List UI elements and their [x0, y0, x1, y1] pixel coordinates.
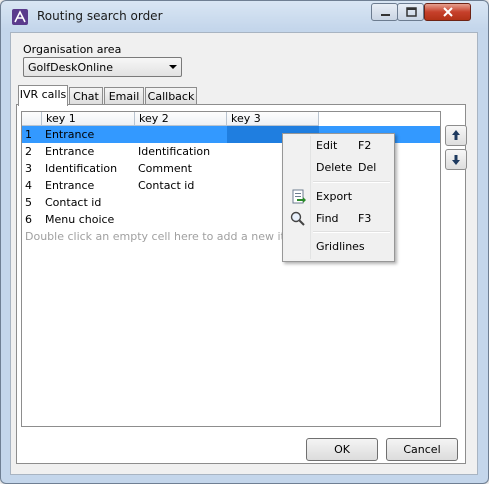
row-number-header [22, 112, 42, 126]
cell-key2[interactable] [135, 194, 227, 211]
cancel-button[interactable]: Cancel [386, 438, 458, 461]
cell-key1[interactable]: Entrance [42, 143, 135, 160]
menu-item-delete[interactable]: Delete Del [285, 158, 392, 178]
column-header-key3[interactable]: key 3 [227, 112, 319, 126]
ok-button[interactable]: OK [306, 438, 378, 461]
cell-key1[interactable]: Menu choice [42, 211, 135, 228]
column-header-key1[interactable]: key 1 [42, 112, 135, 126]
cell-key1[interactable]: Contact id [42, 194, 135, 211]
chevron-down-icon [169, 65, 177, 69]
menu-item-shortcut: Del [358, 161, 377, 174]
menu-separator [313, 181, 390, 183]
row-number: 1 [25, 128, 32, 141]
cell-key2[interactable] [135, 126, 227, 143]
dialog-client-area: Organisation area GolfDeskOnline IVR cal… [10, 32, 478, 475]
menu-item-find[interactable]: Find F3 [285, 209, 392, 229]
magnifier-icon [289, 210, 307, 231]
organisation-area-dropdown[interactable]: GolfDeskOnline [23, 57, 182, 77]
window-title: Routing search order [37, 9, 163, 23]
column-header-key2[interactable]: key 2 [135, 112, 227, 126]
tab-callback[interactable]: Callback [145, 87, 197, 105]
dialog-window: Routing search order Organisation area G… [0, 0, 489, 484]
menu-separator [313, 231, 390, 233]
cell-key2[interactable]: Comment [135, 160, 227, 177]
menu-item-label: Find [316, 212, 339, 225]
row-number: 5 [25, 196, 32, 209]
cell-key2[interactable] [135, 211, 227, 228]
move-up-button[interactable] [445, 125, 467, 146]
grid-header: key 1 key 2 key 3 [22, 112, 440, 126]
row-number: 3 [25, 162, 32, 175]
arrow-up-icon [452, 130, 460, 140]
row-number: 6 [25, 213, 32, 226]
tab-ivr-calls[interactable]: IVR calls [18, 85, 68, 106]
menu-item-label: Gridlines [316, 240, 365, 253]
tab-strip: IVR calls Chat Email Callback [18, 85, 468, 106]
minimize-button[interactable] [371, 3, 398, 21]
organisation-area-label: Organisation area [23, 43, 122, 56]
menu-item-shortcut: F3 [358, 212, 372, 225]
menu-item-label: Edit [316, 139, 338, 152]
cell-key2[interactable]: Contact id [135, 177, 227, 194]
menu-item-label: Export [316, 190, 353, 203]
arrow-down-icon [452, 155, 460, 165]
cell-key1[interactable]: Entrance [42, 177, 135, 194]
close-button[interactable] [424, 3, 471, 21]
context-menu: Edit F2 Delete Del Export Find F3 Gridli… [282, 133, 395, 262]
cell-key1[interactable]: Identification [42, 160, 135, 177]
menu-item-gridlines[interactable]: Gridlines [285, 237, 392, 257]
menu-item-export[interactable]: Export [285, 187, 392, 207]
tab-chat[interactable]: Chat [69, 87, 103, 105]
title-bar[interactable]: Routing search order [1, 1, 488, 31]
row-number: 4 [25, 179, 32, 192]
menu-item-shortcut: F2 [358, 139, 372, 152]
tab-panel-ivr-calls: key 1 key 2 key 3 1 Entrance 2 Entrance … [16, 104, 467, 464]
export-icon [289, 188, 307, 209]
organisation-area-value: GolfDeskOnline [28, 61, 114, 74]
app-icon [12, 9, 28, 25]
menu-item-edit[interactable]: Edit F2 [285, 136, 392, 156]
maximize-button[interactable] [397, 3, 424, 21]
move-down-button[interactable] [445, 149, 467, 170]
cell-key1[interactable]: Entrance [42, 126, 135, 143]
empty-cell-hint[interactable]: Double click an empty cell here to add a… [25, 230, 306, 243]
menu-item-label: Delete [316, 161, 353, 174]
cell-key2[interactable]: Identification [135, 143, 227, 160]
row-number: 2 [25, 145, 32, 158]
tab-email[interactable]: Email [104, 87, 144, 105]
